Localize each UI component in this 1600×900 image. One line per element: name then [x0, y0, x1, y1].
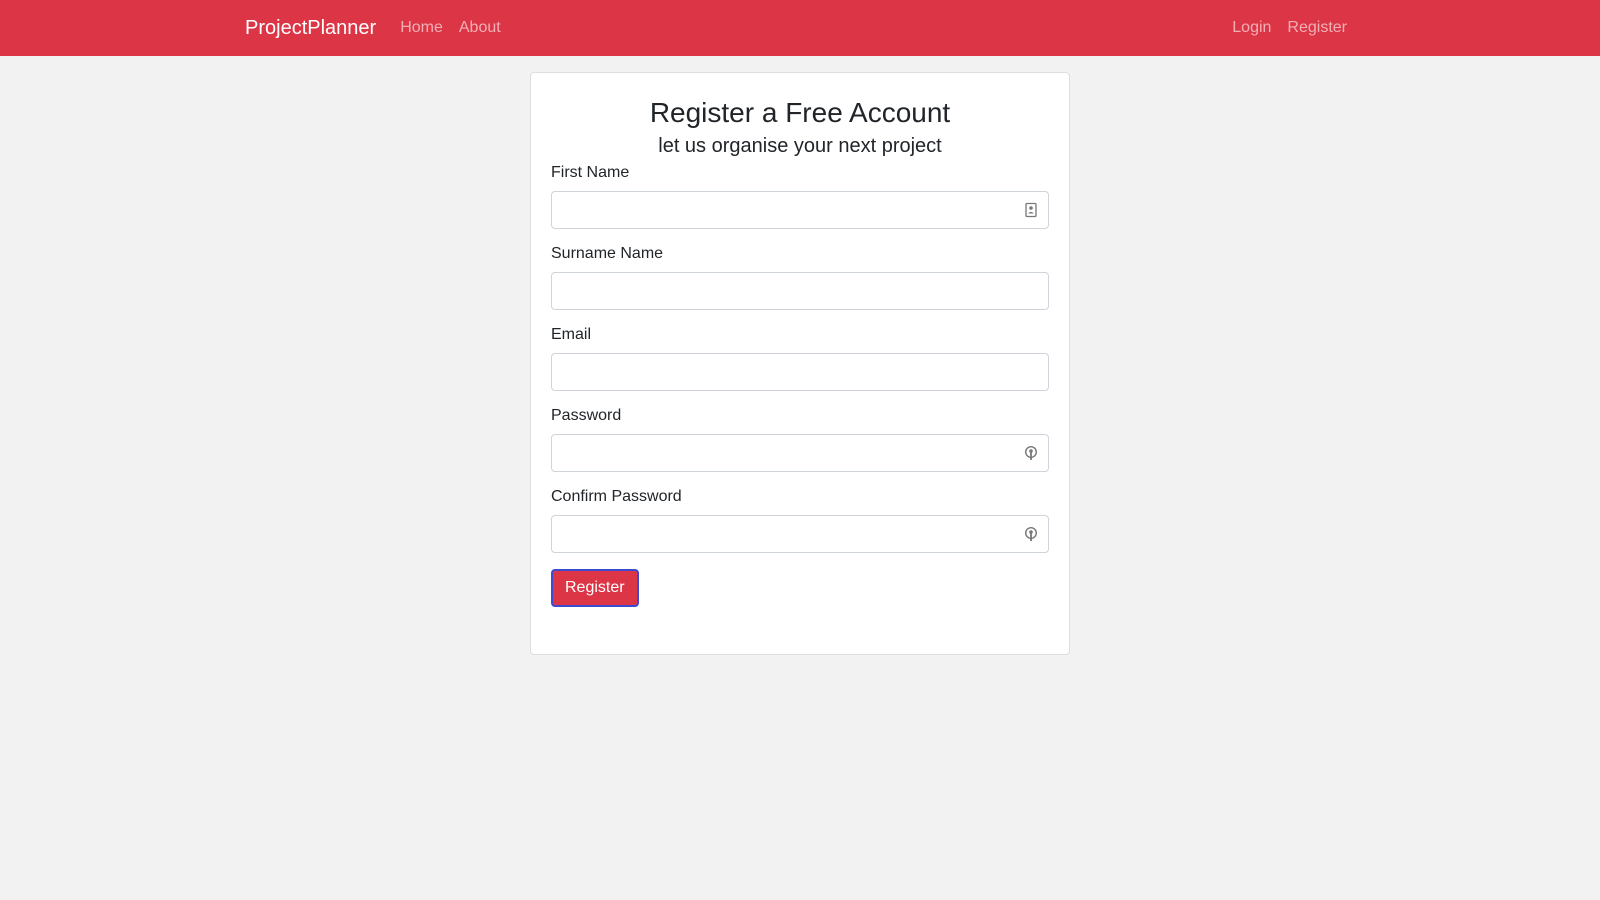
register-button[interactable]: Register	[551, 569, 639, 607]
key-icon[interactable]	[1024, 526, 1038, 542]
nav-link-register[interactable]: Register	[1287, 19, 1347, 37]
register-card: Register a Free Account let us organise …	[530, 72, 1070, 655]
nav-link-home[interactable]: Home	[400, 19, 443, 37]
surname-label: Surname Name	[551, 245, 664, 262]
brand-link[interactable]: ProjectPlanner	[245, 17, 376, 40]
email-label: Email	[551, 326, 592, 343]
email-wrap	[551, 353, 1049, 391]
navbar-container: ProjectPlanner Home About Login Register	[245, 0, 1347, 56]
page-title: Register a Free Account	[649, 97, 951, 128]
navbar-right: Login Register	[1232, 19, 1347, 37]
email-group: Email	[551, 326, 1049, 391]
nav-link-about[interactable]: About	[459, 19, 501, 37]
email-input[interactable]	[551, 353, 1049, 391]
confirm-password-group: Confirm Password	[551, 488, 1049, 553]
key-icon[interactable]	[1024, 445, 1038, 461]
password-label: Password	[551, 407, 622, 424]
first-name-input[interactable]	[551, 191, 1049, 229]
surname-input[interactable]	[551, 272, 1049, 310]
surname-group: Surname Name	[551, 245, 1049, 310]
first-name-wrap	[551, 191, 1049, 229]
first-name-group: First Name	[551, 164, 1049, 229]
password-input[interactable]	[551, 434, 1049, 472]
confirm-password-input[interactable]	[551, 515, 1049, 553]
top-navbar: ProjectPlanner Home About Login Register	[0, 0, 1600, 56]
nav-link-login[interactable]: Login	[1232, 19, 1271, 37]
password-wrap	[551, 434, 1049, 472]
navbar-left: ProjectPlanner Home About	[245, 17, 517, 40]
page-subtitle: let us organise your next project	[658, 135, 942, 157]
password-group: Password	[551, 407, 1049, 472]
confirm-password-wrap	[551, 515, 1049, 553]
confirm-password-label: Confirm Password	[551, 488, 682, 505]
surname-wrap	[551, 272, 1049, 310]
first-name-label: First Name	[551, 164, 630, 181]
contact-card-icon[interactable]	[1024, 202, 1038, 218]
